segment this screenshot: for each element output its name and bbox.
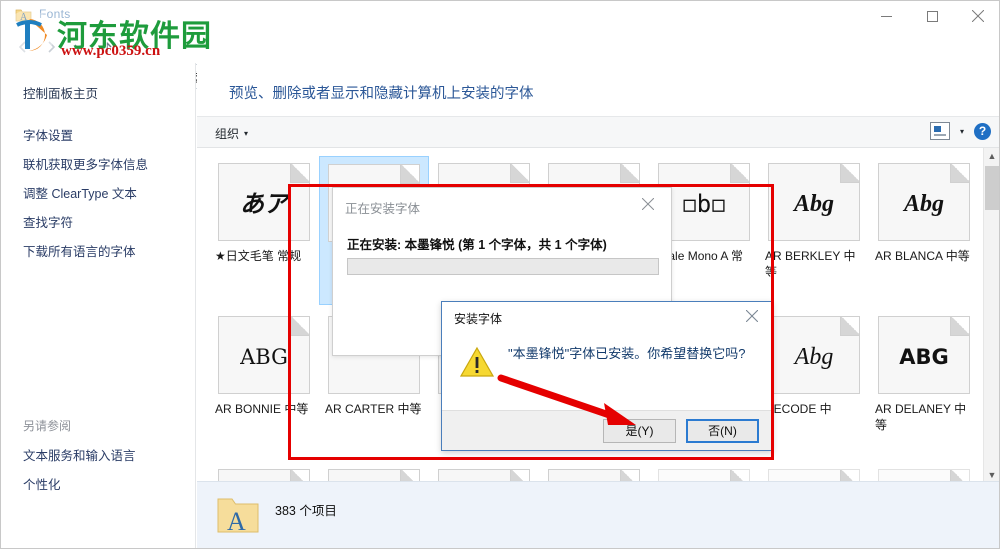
font-sample: ABG <box>899 344 949 369</box>
back-icon[interactable] <box>9 35 37 59</box>
sidebar-item-download-all-language-fonts[interactable]: 下载所有语言的字体 <box>1 236 195 265</box>
font-sample: ABG <box>240 344 288 369</box>
replace-font-dialog[interactable]: 安装字体 "本墨锋悦"字体已安装。你希望替换它吗? 是(Y) 否(N) <box>441 301 773 451</box>
font-sample: ◻b◻ <box>682 190 726 218</box>
content-header: 预览、删除或者显示和隐藏计算机上安装的字体 <box>197 63 999 116</box>
help-icon[interactable]: ? <box>974 122 991 140</box>
recent-locations-icon[interactable] <box>65 35 93 59</box>
font-thumbnail: Abg <box>768 316 860 394</box>
minimize-icon[interactable] <box>863 1 909 31</box>
font-thumbnail: ABG <box>878 316 970 394</box>
window-controls <box>863 1 999 31</box>
font-tile-label: AR BERKLEY 中等 <box>765 249 856 280</box>
sidebar-item-font-settings[interactable]: 字体设置 <box>1 120 195 149</box>
dialog-body: "本墨锋悦"字体已安装。你希望替换它吗? <box>442 328 772 414</box>
yes-button[interactable]: 是(Y) <box>603 418 676 443</box>
font-tile[interactable]: Ab <box>319 462 429 483</box>
scroll-up-icon[interactable]: ▲ <box>984 148 999 164</box>
dialog-footer: 是(Y) 否(N) <box>442 410 772 450</box>
font-sample: Abg <box>794 344 834 370</box>
font-tile[interactable]: Abg <box>429 462 539 483</box>
title-bar: A Fonts <box>1 1 999 31</box>
font-tile[interactable]: あア ★日文毛笔 常规 <box>209 156 319 305</box>
font-sample: Abg <box>903 191 944 217</box>
close-icon[interactable] <box>955 1 999 31</box>
font-tile[interactable]: Abg <box>869 462 979 483</box>
dialog-title: 安装字体 <box>454 312 503 326</box>
font-tile[interactable]: abc <box>209 462 319 483</box>
fonts-folder-icon: A <box>15 7 32 24</box>
dialog-message: "本墨锋悦"字体已安装。你希望替换它吗? <box>508 346 746 361</box>
font-tile[interactable]: Abg AR BERKLEY 中等 <box>759 156 869 305</box>
svg-text:A: A <box>227 507 246 536</box>
navigation-buttons <box>9 35 121 59</box>
maximize-icon[interactable] <box>909 1 955 31</box>
font-thumbnail: Abg <box>878 163 970 241</box>
see-also-section: 另请参阅 文本服务和输入语言 个性化 <box>1 413 196 498</box>
warning-triangle-icon <box>459 346 495 378</box>
font-tile[interactable]: ABG AR BONNIE 中等 <box>209 309 319 458</box>
page-title: 预览、删除或者显示和隐藏计算机上安装的字体 <box>229 86 534 102</box>
font-tile-label: AR BONNIE 中等 <box>215 402 309 416</box>
fonts-folder-icon: A <box>215 492 261 538</box>
vertical-scrollbar[interactable]: ▲ ▼ <box>983 148 999 483</box>
svg-text:A: A <box>20 12 28 23</box>
font-tile-label: DECODE 中 <box>765 402 832 416</box>
font-thumbnail: Abg <box>768 163 860 241</box>
sidebar-item-personalization[interactable]: 个性化 <box>1 469 196 498</box>
window-title: Fonts <box>39 7 71 21</box>
scrollbar-thumb[interactable] <box>985 166 999 210</box>
command-toolbar: 组织 ▾ ▾ ? <box>197 116 999 148</box>
organize-label: 组织 <box>215 127 240 141</box>
sidebar-item-adjust-cleartype[interactable]: 调整 ClearType 文本 <box>1 178 195 207</box>
organize-button[interactable]: 组织 ▾ <box>215 125 248 142</box>
sidebar-item-get-more-fonts-online[interactable]: 联机获取更多字体信息 <box>1 149 195 178</box>
status-bar: A 383 个项目 <box>197 481 999 548</box>
font-tile[interactable]: ABG AR DELANEY 中等 <box>869 309 979 458</box>
font-tile-label: AR BLANCA 中等 <box>875 249 970 263</box>
font-tile-label: ★日文毛笔 常规 <box>215 249 302 263</box>
font-thumbnail: あア <box>218 163 310 241</box>
font-thumbnail: ABG <box>218 316 310 394</box>
forward-icon[interactable] <box>37 35 65 59</box>
address-bar: A › 此电脑 › 本地磁盘 (C:) › Windows › Fonts 搜索… <box>1 31 999 89</box>
font-tile[interactable]: Abg <box>649 462 759 483</box>
see-also-title: 另请参阅 <box>23 419 72 433</box>
item-count-label: 383 个项目 <box>275 504 337 518</box>
font-tile-label: AR DELANEY 中等 <box>875 402 967 433</box>
view-layout-icon[interactable] <box>929 122 950 140</box>
chevron-down-icon: ▾ <box>244 129 249 138</box>
sidebar-item-control-panel-home[interactable]: 控制面板主页 <box>1 79 195 106</box>
up-icon[interactable] <box>93 35 121 59</box>
close-icon[interactable] <box>737 305 767 327</box>
font-tile[interactable]: Abc <box>539 462 649 483</box>
toolbar-right-group: ▾ ? <box>929 122 991 140</box>
font-sample: Abg <box>793 191 834 217</box>
font-tile[interactable]: Abg <box>759 462 869 483</box>
install-status-message: 正在安装: 本墨锋悦 (第 1 个字体，共 1 个字体) <box>347 238 607 252</box>
font-tile[interactable]: Abg AR BLANCA 中等 <box>869 156 979 305</box>
progress-bar <box>347 258 659 275</box>
dialog-title: 正在安装字体 <box>345 202 421 216</box>
no-button[interactable]: 否(N) <box>686 418 759 443</box>
chevron-down-icon[interactable]: ▾ <box>960 127 964 136</box>
sidebar-item-text-services[interactable]: 文本服务和输入语言 <box>1 440 196 469</box>
sidebar-item-find-character[interactable]: 查找字符 <box>1 207 195 236</box>
font-tile-label: AR CARTER 中等 <box>325 402 422 416</box>
font-tile[interactable]: Abg DECODE 中 <box>759 309 869 458</box>
font-sample: あア <box>240 190 288 218</box>
close-icon[interactable] <box>631 192 665 216</box>
explorer-window: A Fonts 控制面板主页 字体设置 联机获取更多字体信息 调整 ClearT… <box>0 0 1000 549</box>
sidebar: 控制面板主页 字体设置 联机获取更多字体信息 调整 ClearType 文本 查… <box>1 63 196 548</box>
